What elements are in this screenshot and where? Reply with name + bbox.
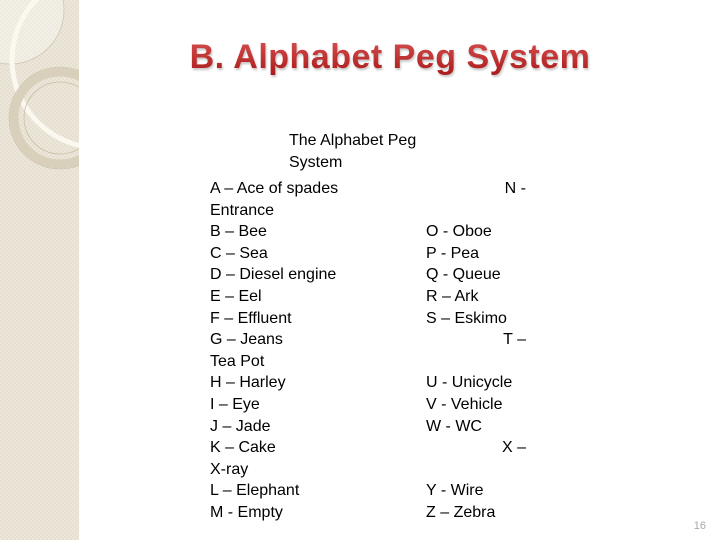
peg-item: X –: [501, 439, 526, 457]
peg-item: X-ray: [210, 460, 249, 478]
left-column-list: A – Ace of spades Entrance B – Bee C – Sea D…: [210, 178, 430, 524]
peg-item: [426, 351, 526, 373]
peg-item: M - Empty: [210, 503, 283, 521]
peg-item: T –: [503, 331, 526, 349]
subtitle: The Alphabet Peg System: [289, 130, 449, 174]
peg-item: E – Eel: [210, 287, 262, 305]
subtitle-line: The Alphabet Peg: [289, 132, 417, 149]
peg-item: Entrance: [210, 201, 275, 219]
peg-item: R – Ark: [426, 287, 479, 305]
peg-item: Q - Queue: [426, 266, 501, 284]
peg-item: F – Effluent: [210, 309, 292, 327]
peg-item: [426, 459, 526, 481]
peg-item: [426, 200, 526, 222]
decorative-sidebar: [0, 0, 79, 540]
peg-item: H – Harley: [210, 374, 286, 392]
peg-item: I – Eye: [210, 395, 260, 413]
peg-item: Y - Wire: [426, 482, 484, 500]
peg-item: U - Unicycle: [426, 374, 513, 392]
peg-item: B – Bee: [210, 223, 267, 241]
peg-item: G – Jeans: [210, 331, 283, 349]
subtitle-line: System: [289, 154, 343, 171]
page-number: 16: [693, 520, 706, 532]
peg-item: O - Oboe: [426, 223, 492, 241]
slide-title: B. Alphabet Peg System: [0, 38, 720, 77]
peg-item: W - WC: [426, 417, 482, 435]
peg-item: J – Jade: [210, 417, 271, 435]
peg-item: D – Diesel engine: [210, 266, 337, 284]
decorative-circles-icon: [0, 0, 79, 170]
peg-item: Z – Zebra: [426, 503, 496, 521]
peg-item: N -: [504, 180, 526, 197]
peg-item: Tea Pot: [210, 352, 265, 370]
right-column-list: N - O - Oboe P - Pea Q - Queue R – Ark S – Es…: [426, 178, 526, 524]
peg-item: V - Vehicle: [426, 395, 503, 413]
peg-item: L – Elephant: [210, 482, 300, 500]
peg-item: S – Eskimo: [426, 309, 507, 327]
peg-item: K – Cake: [210, 439, 276, 457]
peg-item: C – Sea: [210, 244, 268, 262]
peg-item: A – Ace of spades: [210, 180, 339, 197]
peg-item: P - Pea: [426, 244, 480, 262]
